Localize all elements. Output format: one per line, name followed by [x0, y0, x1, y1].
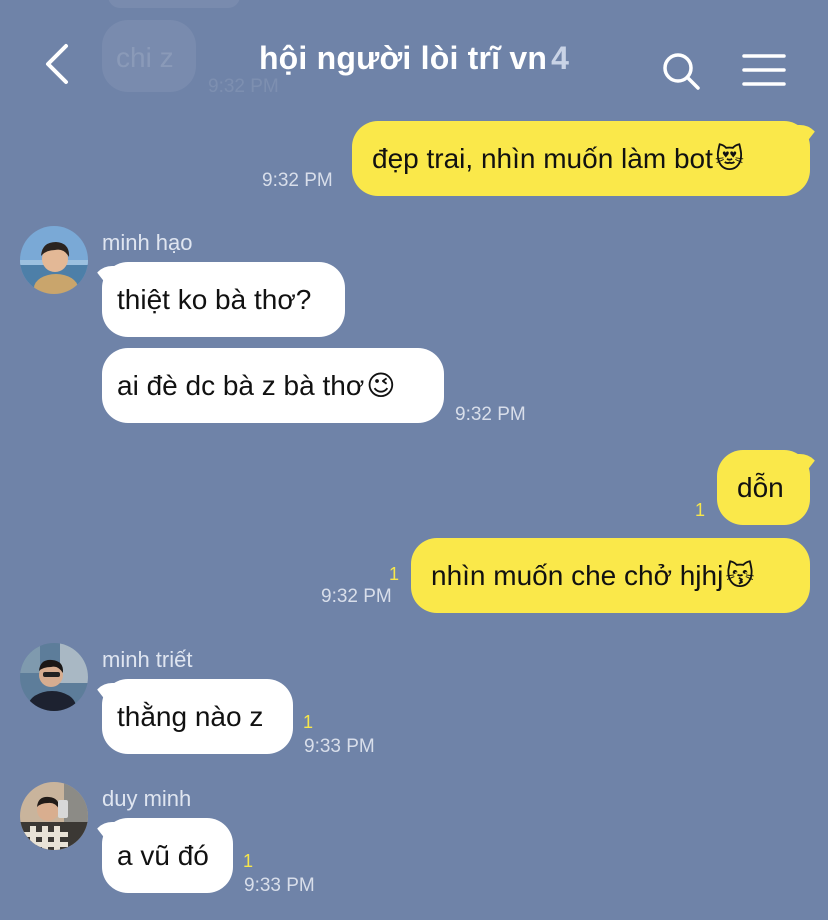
message-text: đẹp trai, nhìn muốn làm bot	[372, 142, 713, 174]
avatar-minh-triet[interactable]	[20, 643, 88, 711]
faded-message-time: 9:32 PM	[208, 76, 279, 97]
unread-count: 1	[695, 500, 706, 520]
message-time: 9:33 PM	[244, 875, 315, 896]
message-time: 9:32 PM	[321, 586, 392, 607]
my-message-bubble[interactable]: đẹp trai, nhìn muốn làm bot 😻	[352, 121, 820, 196]
kissing-cat-emoji: 😽	[725, 559, 755, 591]
faded-bubble	[108, 0, 240, 8]
their-message-bubble[interactable]: a vũ đó	[92, 818, 233, 893]
winking-face-emoji: 😉	[366, 369, 396, 401]
sender-name: minh hạo	[102, 230, 193, 255]
avatar-duy-minh[interactable]	[20, 782, 88, 850]
member-count: 4	[551, 40, 570, 76]
sender-name: duy minh	[102, 786, 192, 811]
their-message-bubble[interactable]: thằng nào z	[92, 679, 293, 754]
their-message-bubble[interactable]: thiệt ko bà thơ?	[92, 262, 345, 337]
message-text: dỗn	[737, 471, 784, 503]
message-text: thiệt ko bà thơ?	[117, 283, 312, 315]
unread-count: 1	[389, 564, 400, 584]
sender-name: minh triết	[102, 647, 193, 672]
message-text: nhìn muốn che chở hjhj	[431, 559, 724, 591]
heart-eyes-cat-emoji: 😻	[714, 142, 745, 174]
avatar-minh-hao[interactable]	[20, 226, 88, 294]
message-time: 9:32 PM	[455, 404, 526, 425]
message-text: a vũ đó	[117, 839, 209, 871]
menu-icon[interactable]	[740, 52, 788, 88]
my-message-bubble[interactable]: dỗn	[717, 450, 820, 525]
unread-count: 1	[303, 712, 314, 732]
chat-title: hội người lòi trĩ vn 4	[0, 40, 828, 77]
group-name: hội người lòi trĩ vn	[258, 40, 548, 76]
message-time: 9:33 PM	[304, 736, 375, 757]
message-time: 9:32 PM	[262, 170, 333, 191]
search-icon[interactable]	[660, 50, 702, 92]
message-text: thằng nào z	[117, 700, 264, 732]
message-text: ai đè dc bà z bà thơ	[117, 369, 365, 401]
my-message-bubble[interactable]: nhìn muốn che chở hjhj 😽	[411, 538, 810, 613]
unread-count: 1	[243, 851, 254, 871]
their-message-bubble[interactable]: ai đè dc bà z bà thơ 😉	[102, 348, 444, 423]
